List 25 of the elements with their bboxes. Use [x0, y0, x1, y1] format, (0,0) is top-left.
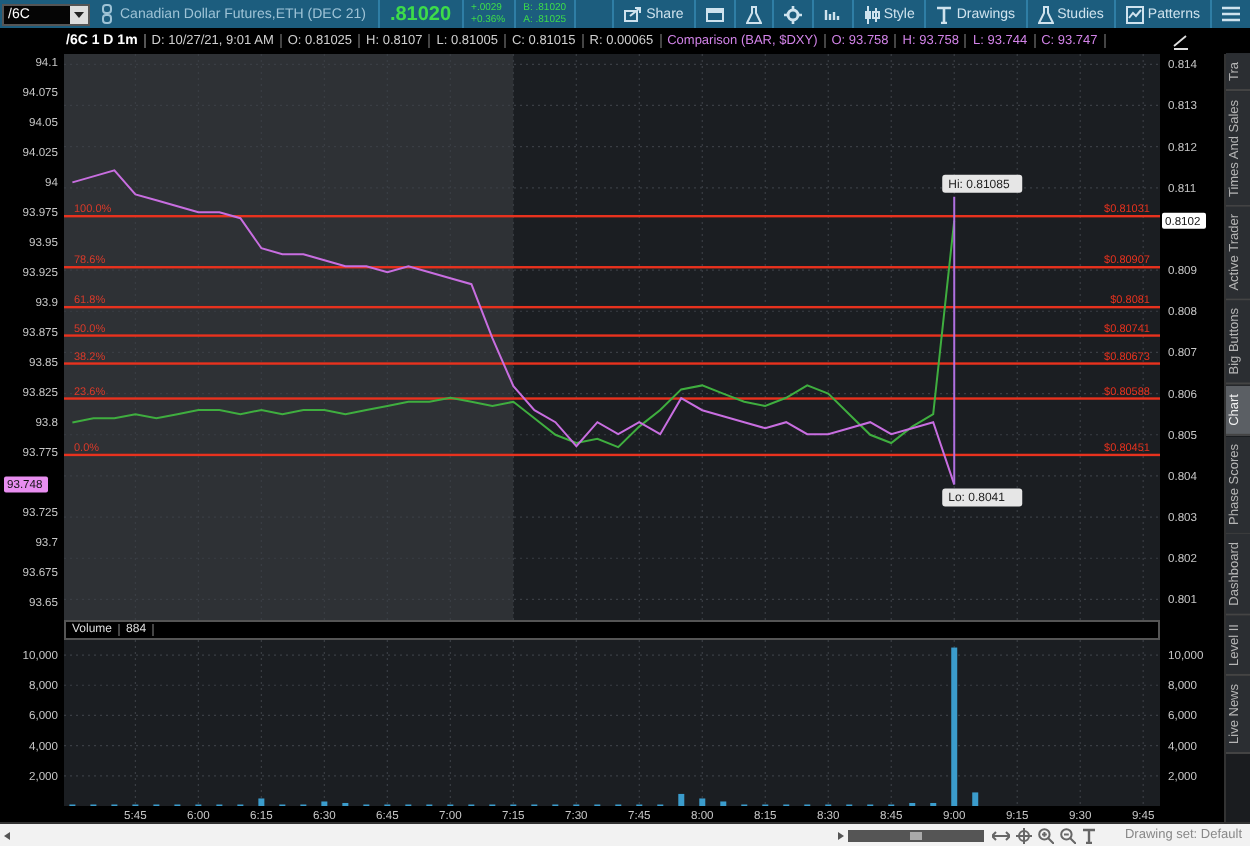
volume-bar	[321, 801, 328, 806]
volume-bar	[699, 798, 706, 806]
volume-bar	[720, 801, 727, 806]
flask-icon	[1037, 5, 1054, 23]
volume-bar	[972, 792, 979, 806]
candles-icon	[863, 5, 880, 23]
caret-icon[interactable]	[74, 11, 84, 17]
scroll-left-icon[interactable]	[4, 831, 10, 839]
volume-bar	[678, 793, 685, 806]
menu-icon[interactable]	[1222, 6, 1240, 22]
text-tool-icon	[936, 5, 953, 23]
pattern-icon	[1125, 5, 1144, 23]
scrollbar[interactable]	[848, 829, 984, 841]
settings-icon[interactable]	[783, 5, 802, 23]
zoom-out-icon[interactable]	[1060, 827, 1076, 843]
crosshair-icon[interactable]	[1016, 827, 1032, 843]
flask-icon[interactable]	[745, 5, 762, 23]
link-icon[interactable]	[102, 4, 112, 24]
volume-bar	[258, 798, 265, 806]
share-icon	[624, 6, 643, 22]
zoom-in-icon[interactable]	[1038, 827, 1054, 843]
scroll-right-icon[interactable]	[838, 831, 844, 839]
bars-icon[interactable]	[823, 6, 842, 22]
resize-arrows-icon[interactable]	[992, 829, 1010, 841]
text-tool-icon[interactable]	[1082, 827, 1096, 843]
